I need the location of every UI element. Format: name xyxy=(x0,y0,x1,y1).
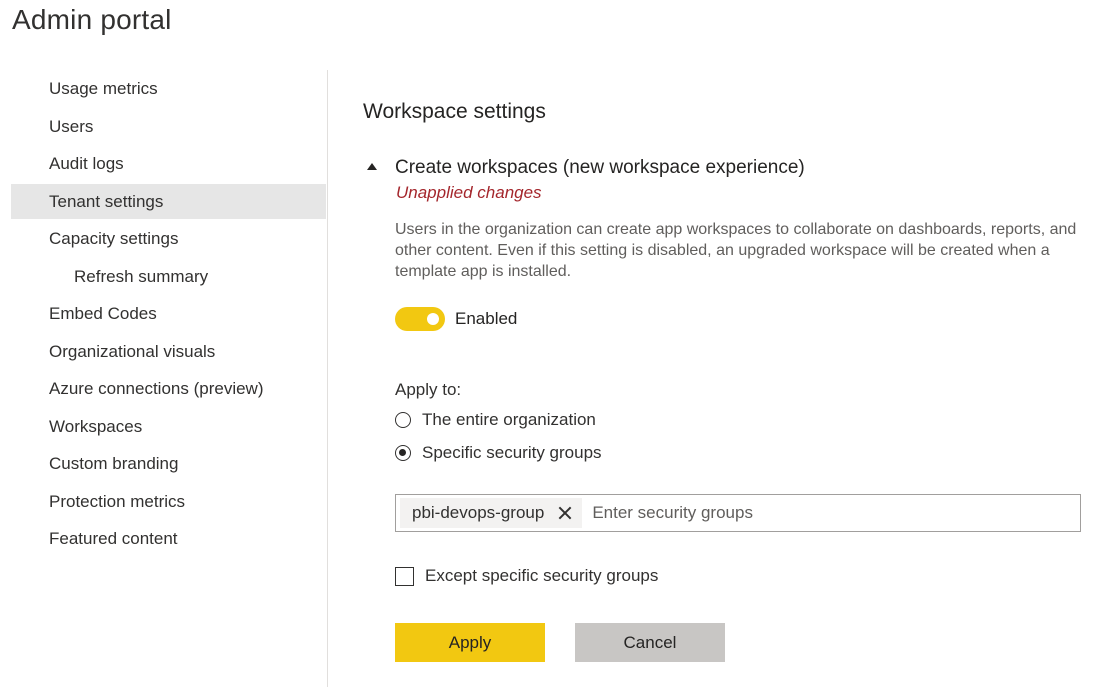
sidebar-item-usage-metrics[interactable]: Usage metrics xyxy=(11,71,326,106)
checkbox-label: Except specific security groups xyxy=(425,566,659,585)
except-groups-option[interactable]: Except specific security groups xyxy=(395,565,658,587)
radio-label: The entire organization xyxy=(422,410,596,429)
apply-to-label: Apply to: xyxy=(395,380,462,399)
setting-title[interactable]: Create workspaces (new workspace experie… xyxy=(395,157,805,179)
radio-specific-security-groups[interactable]: Specific security groups xyxy=(395,442,602,464)
sidebar-item-refresh-summary[interactable]: Refresh summary xyxy=(11,259,326,294)
sidebar-item-organizational-visuals[interactable]: Organizational visuals xyxy=(11,334,326,369)
sidebar-item-capacity-settings[interactable]: Capacity settings xyxy=(11,221,326,256)
sidebar-item-workspaces[interactable]: Workspaces xyxy=(11,409,326,444)
chip-label: pbi-devops-group xyxy=(412,503,545,522)
setting-description: Users in the organization can create app… xyxy=(395,221,1077,280)
toggle-label: Enabled xyxy=(455,309,518,328)
close-icon[interactable] xyxy=(558,506,572,520)
enabled-toggle[interactable] xyxy=(395,307,445,331)
apply-button[interactable]: Apply xyxy=(395,623,545,662)
sidebar-item-protection-metrics[interactable]: Protection metrics xyxy=(11,484,326,519)
radio-button-unchecked[interactable] xyxy=(395,412,411,428)
sidebar: Usage metrics Users Audit logs Tenant se… xyxy=(11,71,326,559)
radio-label: Specific security groups xyxy=(422,443,602,462)
section-title: Workspace settings xyxy=(363,100,546,123)
security-groups-input[interactable] xyxy=(590,497,1080,529)
collapse-triangle-icon[interactable] xyxy=(367,163,377,170)
page-title: Admin portal xyxy=(12,4,172,35)
cancel-button[interactable]: Cancel xyxy=(575,623,725,662)
except-groups-checkbox[interactable] xyxy=(395,566,414,586)
security-group-chip: pbi-devops-group xyxy=(400,498,583,528)
sidebar-item-tenant-settings[interactable]: Tenant settings xyxy=(11,183,326,219)
toggle-knob xyxy=(427,313,439,325)
unapplied-changes-status: Unapplied changes xyxy=(396,183,542,202)
sidebar-divider xyxy=(327,70,328,687)
radio-button-checked[interactable] xyxy=(395,445,411,461)
sidebar-item-azure-connections[interactable]: Azure connections (preview) xyxy=(11,371,326,406)
radio-entire-organization[interactable]: The entire organization xyxy=(395,409,596,431)
security-groups-picker[interactable]: pbi-devops-group xyxy=(395,494,1081,532)
sidebar-item-custom-branding[interactable]: Custom branding xyxy=(11,446,326,481)
sidebar-item-users[interactable]: Users xyxy=(11,109,326,144)
sidebar-item-embed-codes[interactable]: Embed Codes xyxy=(11,296,326,331)
sidebar-item-featured-content[interactable]: Featured content xyxy=(11,521,326,556)
sidebar-item-audit-logs[interactable]: Audit logs xyxy=(11,146,326,181)
